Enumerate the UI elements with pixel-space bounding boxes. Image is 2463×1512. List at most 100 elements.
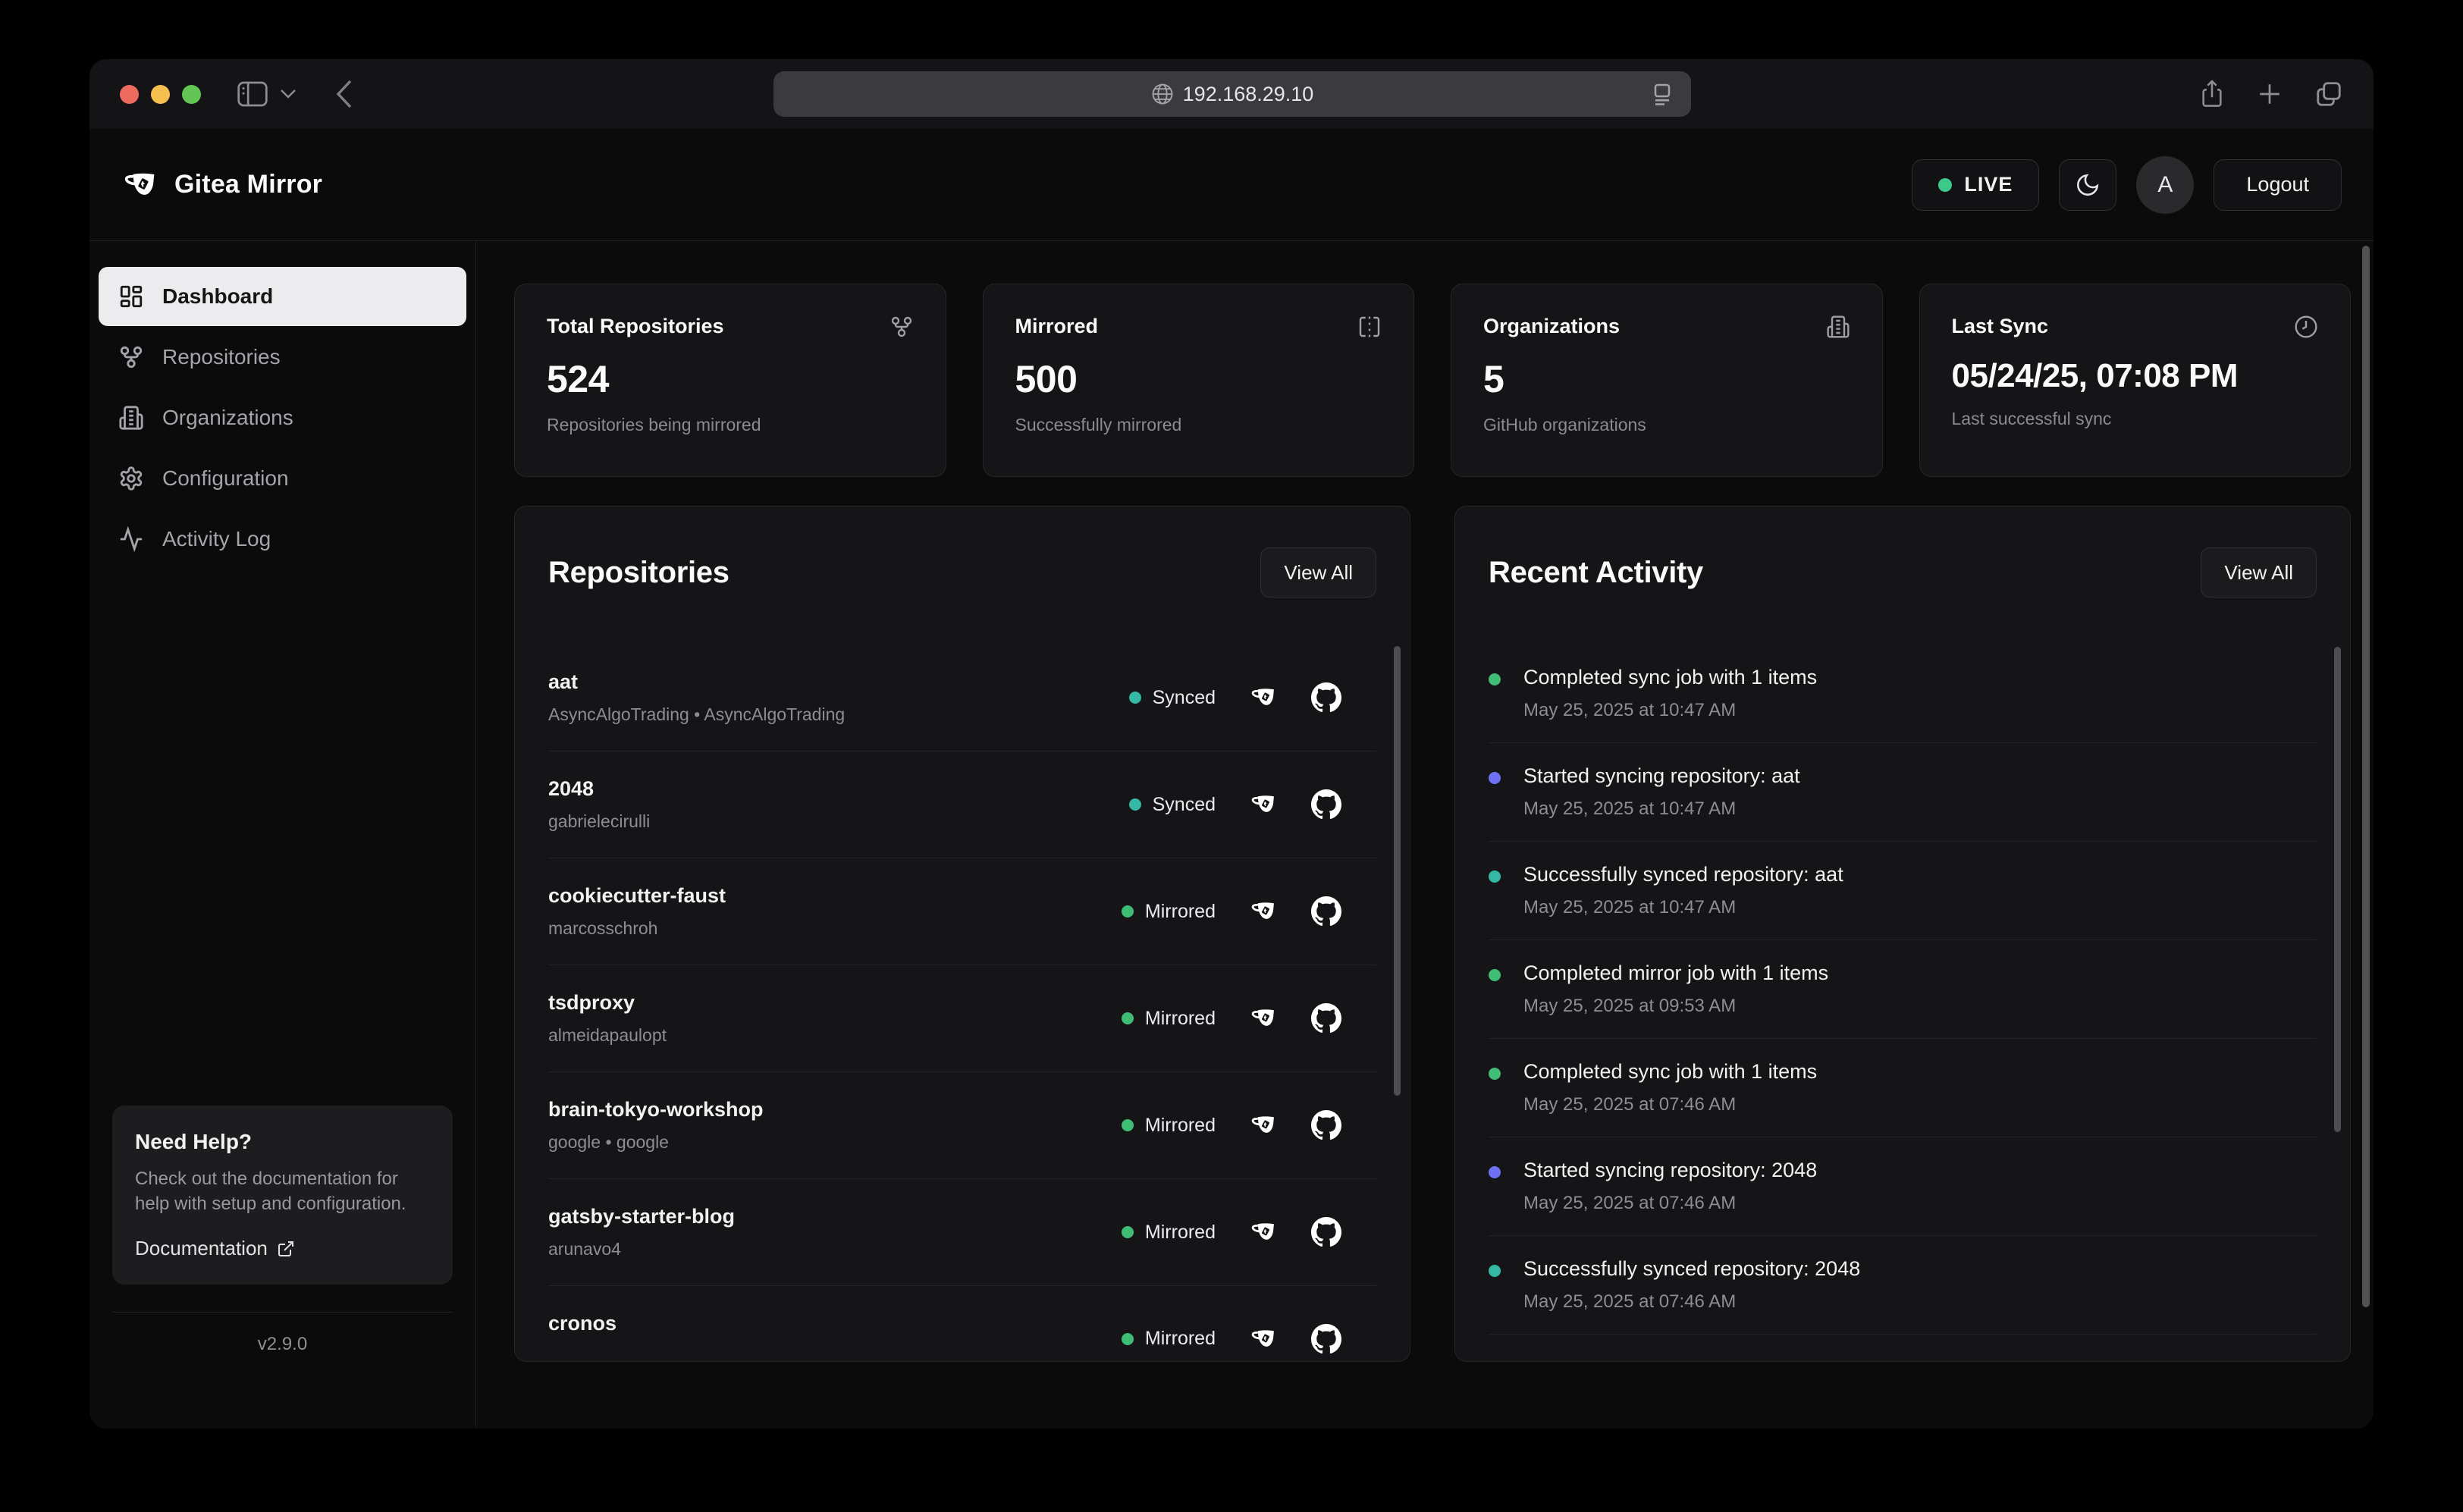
app-brand: Gitea Mirror	[121, 166, 322, 204]
gitea-mirror-logo-icon	[121, 166, 159, 204]
gitea-link-icon[interactable]	[1249, 1218, 1278, 1247]
repositories-scrollbar[interactable]	[1394, 646, 1401, 1096]
activity-status-dot-icon	[1489, 969, 1501, 981]
gitea-link-icon[interactable]	[1249, 790, 1278, 819]
gitea-link-icon[interactable]	[1249, 897, 1278, 926]
repo-status-badge: Synced	[1129, 687, 1216, 709]
activity-pulse-icon	[118, 526, 144, 552]
repositories-list: aat AsyncAlgoTrading • AsyncAlgoTrading …	[548, 645, 1376, 1362]
repositories-panel-title: Repositories	[548, 556, 729, 590]
app-header: Gitea Mirror LIVE A Logout	[89, 129, 2374, 241]
avatar-initial: A	[2157, 172, 2173, 198]
github-link-icon[interactable]	[1311, 1110, 1341, 1140]
status-dot-icon	[1122, 1119, 1134, 1131]
repo-row: cronos Mirrored	[548, 1286, 1376, 1362]
status-dot-icon	[1122, 1012, 1134, 1024]
documentation-link[interactable]: Documentation	[135, 1237, 430, 1260]
stat-value: 05/24/25, 07:08 PM	[1952, 357, 2319, 395]
repo-status-label: Mirrored	[1145, 1008, 1216, 1030]
back-button-icon[interactable]	[336, 80, 353, 108]
chevron-down-icon[interactable]	[280, 89, 297, 99]
repo-owner: marcosschroh	[548, 918, 726, 939]
theme-toggle-button[interactable]	[2059, 159, 2116, 211]
activity-scrollbar[interactable]	[2334, 647, 2341, 1132]
share-icon[interactable]	[2199, 79, 2225, 109]
github-link-icon[interactable]	[1311, 1003, 1341, 1034]
activity-text: Started syncing repository: 2048	[1523, 1159, 1817, 1182]
sidebar-item-activity-log[interactable]: Activity Log	[99, 510, 466, 569]
repo-info: tsdproxy almeidapaulopt	[548, 991, 667, 1046]
repo-info: aat AsyncAlgoTrading • AsyncAlgoTrading	[548, 670, 845, 725]
reader-view-icon[interactable]	[1649, 80, 1676, 108]
activity-row: Started syncing repository: 2048 May 25,…	[1489, 1137, 2317, 1236]
sidebar-toggle-icon[interactable]	[237, 81, 268, 107]
sidebar-item-configuration[interactable]: Configuration	[99, 449, 466, 508]
gitea-link-icon[interactable]	[1249, 683, 1278, 712]
activity-view-all-button[interactable]: View All	[2201, 547, 2317, 598]
repo-info: gatsby-starter-blog arunavo4	[548, 1205, 735, 1259]
stats-row: Total Repositories 524 Repositories bein…	[514, 284, 2351, 477]
stat-caption: Repositories being mirrored	[547, 415, 914, 435]
tab-overview-icon[interactable]	[2314, 80, 2343, 108]
gitea-link-icon[interactable]	[1249, 1111, 1278, 1140]
repositories-view-all-button[interactable]: View All	[1260, 547, 1376, 598]
close-window-button[interactable]	[120, 85, 139, 104]
repo-row: cookiecutter-faust marcosschroh Mirrored	[548, 858, 1376, 965]
repo-status-badge: Synced	[1129, 794, 1216, 816]
repo-name: aat	[548, 670, 845, 694]
stat-caption: Successfully mirrored	[1015, 415, 1382, 435]
github-link-icon[interactable]	[1311, 1217, 1341, 1247]
page-scrollbar[interactable]	[2362, 246, 2370, 1307]
repo-name: tsdproxy	[548, 991, 667, 1015]
url-bar[interactable]: 192.168.29.10	[773, 71, 1691, 117]
status-dot-icon	[1129, 692, 1141, 704]
github-link-icon[interactable]	[1311, 789, 1341, 820]
clock-icon	[2294, 315, 2318, 339]
repo-status-label: Mirrored	[1145, 901, 1216, 923]
new-tab-plus-icon[interactable]	[2257, 81, 2283, 107]
github-link-icon[interactable]	[1311, 1324, 1341, 1354]
stat-value: 500	[1015, 357, 1382, 401]
repo-status-badge: Mirrored	[1122, 1222, 1216, 1244]
logout-button[interactable]: Logout	[2214, 159, 2342, 211]
gear-icon	[118, 466, 144, 491]
activity-text: Successfully synced repository: aat	[1523, 863, 1843, 886]
gitea-link-icon[interactable]	[1249, 1004, 1278, 1033]
repo-owner: gabrielecirulli	[548, 811, 650, 832]
help-title: Need Help?	[135, 1130, 430, 1154]
live-status-badge[interactable]: LIVE	[1912, 159, 2039, 211]
sidebar-item-repositories[interactable]: Repositories	[99, 328, 466, 387]
dashboard-icon	[118, 284, 144, 309]
activity-status-dot-icon	[1489, 1068, 1501, 1080]
activity-text: Completed mirror job with 1 items	[1523, 961, 1828, 985]
github-link-icon[interactable]	[1311, 682, 1341, 713]
repo-row: aat AsyncAlgoTrading • AsyncAlgoTrading …	[548, 645, 1376, 751]
live-label: LIVE	[1964, 173, 2013, 196]
repo-row: tsdproxy almeidapaulopt Mirrored	[548, 965, 1376, 1072]
repo-status-label: Synced	[1153, 687, 1216, 709]
activity-status-dot-icon	[1489, 1265, 1501, 1277]
minimize-window-button[interactable]	[151, 85, 170, 104]
sidebar-item-dashboard[interactable]: Dashboard	[99, 267, 466, 326]
external-link-icon	[277, 1240, 295, 1258]
building-icon	[118, 405, 144, 431]
repo-owner: almeidapaulopt	[548, 1025, 667, 1046]
repositories-panel: Repositories View All aat AsyncAlgoTradi…	[514, 506, 1410, 1362]
stat-caption: Last successful sync	[1952, 409, 2319, 429]
activity-timestamp: May 25, 2025 at 09:53 AM	[1523, 996, 1828, 1017]
app-title: Gitea Mirror	[174, 170, 322, 199]
gitea-link-icon[interactable]	[1249, 1325, 1278, 1354]
git-fork-icon	[118, 344, 144, 370]
stat-card-organizations: Organizations 5 GitHub organizations	[1451, 284, 1883, 477]
activity-status-dot-icon	[1489, 870, 1501, 883]
repo-status-badge: Mirrored	[1122, 901, 1216, 923]
zoom-window-button[interactable]	[182, 85, 201, 104]
stat-card-last-sync: Last Sync 05/24/25, 07:08 PM Last succes…	[1919, 284, 2352, 477]
user-avatar[interactable]: A	[2136, 156, 2194, 214]
github-link-icon[interactable]	[1311, 896, 1341, 927]
activity-timestamp: May 25, 2025 at 07:46 AM	[1523, 1193, 1817, 1214]
app-version: v2.9.0	[99, 1334, 466, 1355]
sidebar-item-organizations[interactable]: Organizations	[99, 388, 466, 447]
activity-status-dot-icon	[1489, 772, 1501, 784]
activity-row: Successfully synced repository: aat May …	[1489, 842, 2317, 940]
